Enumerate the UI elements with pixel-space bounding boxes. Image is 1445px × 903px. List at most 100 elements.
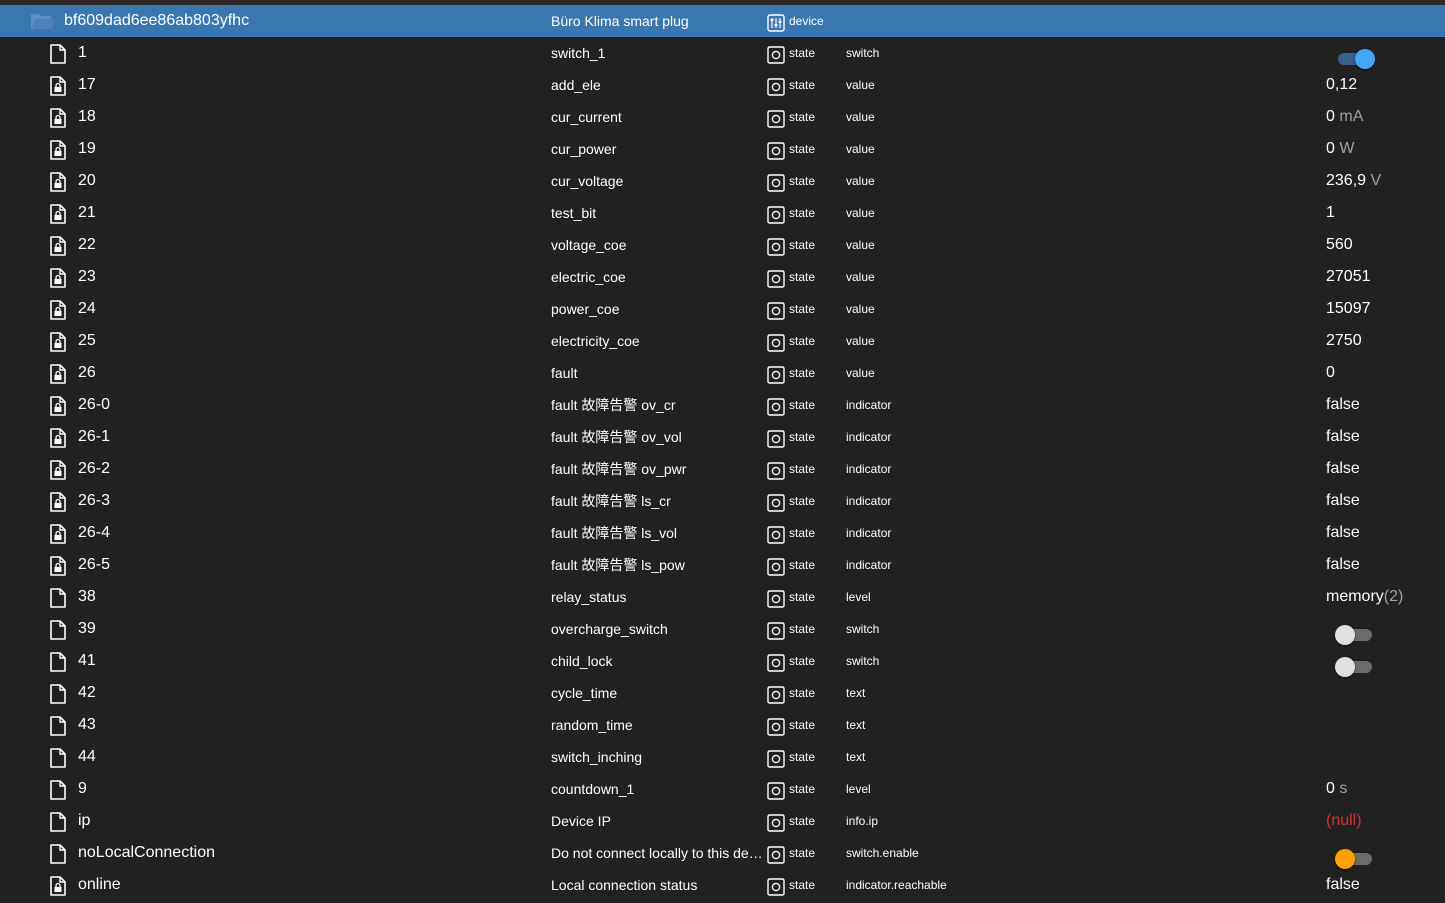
object-type: state	[789, 686, 816, 700]
list-item[interactable]: 21 test_bit state value 1	[0, 197, 1445, 229]
object-name: child_lock	[551, 653, 613, 669]
object-name: fault 故障告警 ls_pow	[551, 557, 685, 573]
object-name: fault 故障告警 ov_vol	[551, 429, 682, 445]
state-icon	[767, 686, 785, 704]
file-lock-icon	[49, 524, 67, 544]
list-item[interactable]: 42 cycle_time state text	[0, 677, 1445, 709]
object-value[interactable]: 0 s	[1326, 780, 1347, 798]
list-item[interactable]: 23 electric_coe state value 27051	[0, 261, 1445, 293]
object-type: state	[789, 46, 816, 60]
list-item[interactable]: online Local connection status state indica…	[0, 869, 1445, 901]
list-item[interactable]: 26-2 fault 故障告警 ov_pwr state indicator false	[0, 453, 1445, 485]
object-role: indicator	[846, 494, 892, 508]
list-item[interactable]: 26 fault state value 0	[0, 357, 1445, 389]
value-toggle[interactable]	[1335, 847, 1375, 869]
object-value[interactable]: (null)	[1326, 812, 1362, 830]
object-type: state	[789, 590, 816, 604]
file-lock-icon	[49, 364, 67, 384]
object-value[interactable]: 15097	[1326, 300, 1371, 318]
list-item[interactable]: 26-4 fault 故障告警 ls_vol state indicator false	[0, 517, 1445, 549]
object-value[interactable]: false	[1326, 524, 1360, 542]
object-role: indicator.reachable	[846, 878, 947, 892]
object-value[interactable]: 0 W	[1326, 140, 1354, 158]
object-role: info.ip	[846, 814, 879, 828]
list-item[interactable]: 26-0 fault 故障告警 ov_cr state indicator false	[0, 389, 1445, 421]
object-role: indicator	[846, 398, 892, 412]
list-item[interactable]: 24 power_coe state value 15097	[0, 293, 1445, 325]
object-value[interactable]: 236,9 V	[1326, 172, 1381, 190]
object-type: state	[789, 526, 816, 540]
object-list: bf609dad6ee86ab803yfhc Büro Klima smart …	[0, 5, 1445, 901]
object-value[interactable]: 0 mA	[1326, 108, 1363, 126]
list-item[interactable]: 9 countdown_1 state level 0 s	[0, 773, 1445, 805]
object-value[interactable]: 1	[1326, 204, 1335, 222]
list-item[interactable]: 18 cur_current state value 0 mA	[0, 101, 1445, 133]
object-name: cur_voltage	[551, 173, 624, 189]
object-value[interactable]: 2750	[1326, 332, 1362, 350]
list-item[interactable]: 41 child_lock state switch	[0, 645, 1445, 677]
value-text: 0	[1326, 364, 1335, 381]
list-item[interactable]: 22 voltage_coe state value 560	[0, 229, 1445, 261]
list-item[interactable]: 26-5 fault 故障告警 ls_pow state indicator false	[0, 549, 1445, 581]
object-value[interactable]: 27051	[1326, 268, 1371, 286]
list-item[interactable]: 38 relay_status state level memory(2)	[0, 581, 1445, 613]
object-name: switch_1	[551, 45, 606, 61]
value-text: 0	[1326, 780, 1335, 797]
list-item[interactable]: 44 switch_inching state text	[0, 741, 1445, 773]
object-id: noLocalConnection	[78, 844, 215, 861]
file-lock-icon	[49, 492, 67, 512]
list-item[interactable]: ip Device IP state info.ip (null)	[0, 805, 1445, 837]
object-value[interactable]: false	[1326, 876, 1360, 894]
value-toggle[interactable]	[1335, 623, 1375, 645]
list-item[interactable]: 19 cur_power state value 0 W	[0, 133, 1445, 165]
object-type: state	[789, 366, 816, 380]
object-id: 42	[78, 684, 96, 701]
object-value[interactable]: false	[1326, 492, 1360, 510]
object-id: 26	[78, 364, 96, 381]
list-item[interactable]: 17 add_ele state value 0,12	[0, 69, 1445, 101]
object-value[interactable]: false	[1326, 556, 1360, 574]
list-item[interactable]: 1 switch_1 state switch	[0, 37, 1445, 69]
list-item[interactable]: noLocalConnection Do not connect locally …	[0, 837, 1445, 869]
object-role: text	[846, 718, 866, 732]
value-toggle[interactable]	[1335, 47, 1375, 69]
state-icon	[767, 398, 785, 416]
object-id: 26-2	[78, 460, 111, 477]
list-item[interactable]: 26-1 fault 故障告警 ov_vol state indicator false	[0, 421, 1445, 453]
device-row[interactable]: bf609dad6ee86ab803yfhc Büro Klima smart …	[0, 5, 1445, 37]
value-text: 0	[1326, 140, 1335, 157]
object-name: add_ele	[551, 77, 601, 93]
object-value[interactable]: false	[1326, 428, 1360, 446]
folder-open-icon[interactable]	[30, 13, 56, 31]
object-value[interactable]: 0	[1326, 364, 1335, 382]
object-type: state	[789, 174, 816, 188]
file-icon	[49, 44, 67, 64]
value-text: false	[1326, 524, 1360, 541]
object-value[interactable]: memory(2)	[1326, 588, 1403, 606]
object-id: online	[78, 876, 121, 893]
object-type: state	[789, 846, 816, 860]
file-lock-icon	[49, 300, 67, 320]
object-id: 26-0	[78, 396, 111, 413]
file-lock-icon	[49, 172, 67, 192]
list-item[interactable]: 20 cur_voltage state value 236,9 V	[0, 165, 1445, 197]
file-icon	[49, 716, 67, 736]
object-value[interactable]: 560	[1326, 236, 1353, 254]
state-icon	[767, 526, 785, 544]
object-name: fault	[551, 365, 578, 381]
list-item[interactable]: 43 random_time state text	[0, 709, 1445, 741]
object-type: state	[789, 334, 816, 348]
object-value[interactable]: false	[1326, 396, 1360, 414]
list-item[interactable]: 39 overcharge_switch state switch	[0, 613, 1445, 645]
file-icon	[49, 748, 67, 768]
object-role: switch	[846, 622, 880, 636]
value-text: 0,12	[1326, 76, 1358, 93]
state-icon	[767, 654, 785, 672]
list-item[interactable]: 25 electricity_coe state value 2750	[0, 325, 1445, 357]
state-icon	[767, 78, 785, 96]
object-value[interactable]: false	[1326, 460, 1360, 478]
object-name: Do not connect locally to this device	[551, 845, 764, 861]
list-item[interactable]: 26-3 fault 故障告警 ls_cr state indicator false	[0, 485, 1445, 517]
object-value[interactable]: 0,12	[1326, 76, 1357, 94]
value-toggle[interactable]	[1335, 655, 1375, 677]
